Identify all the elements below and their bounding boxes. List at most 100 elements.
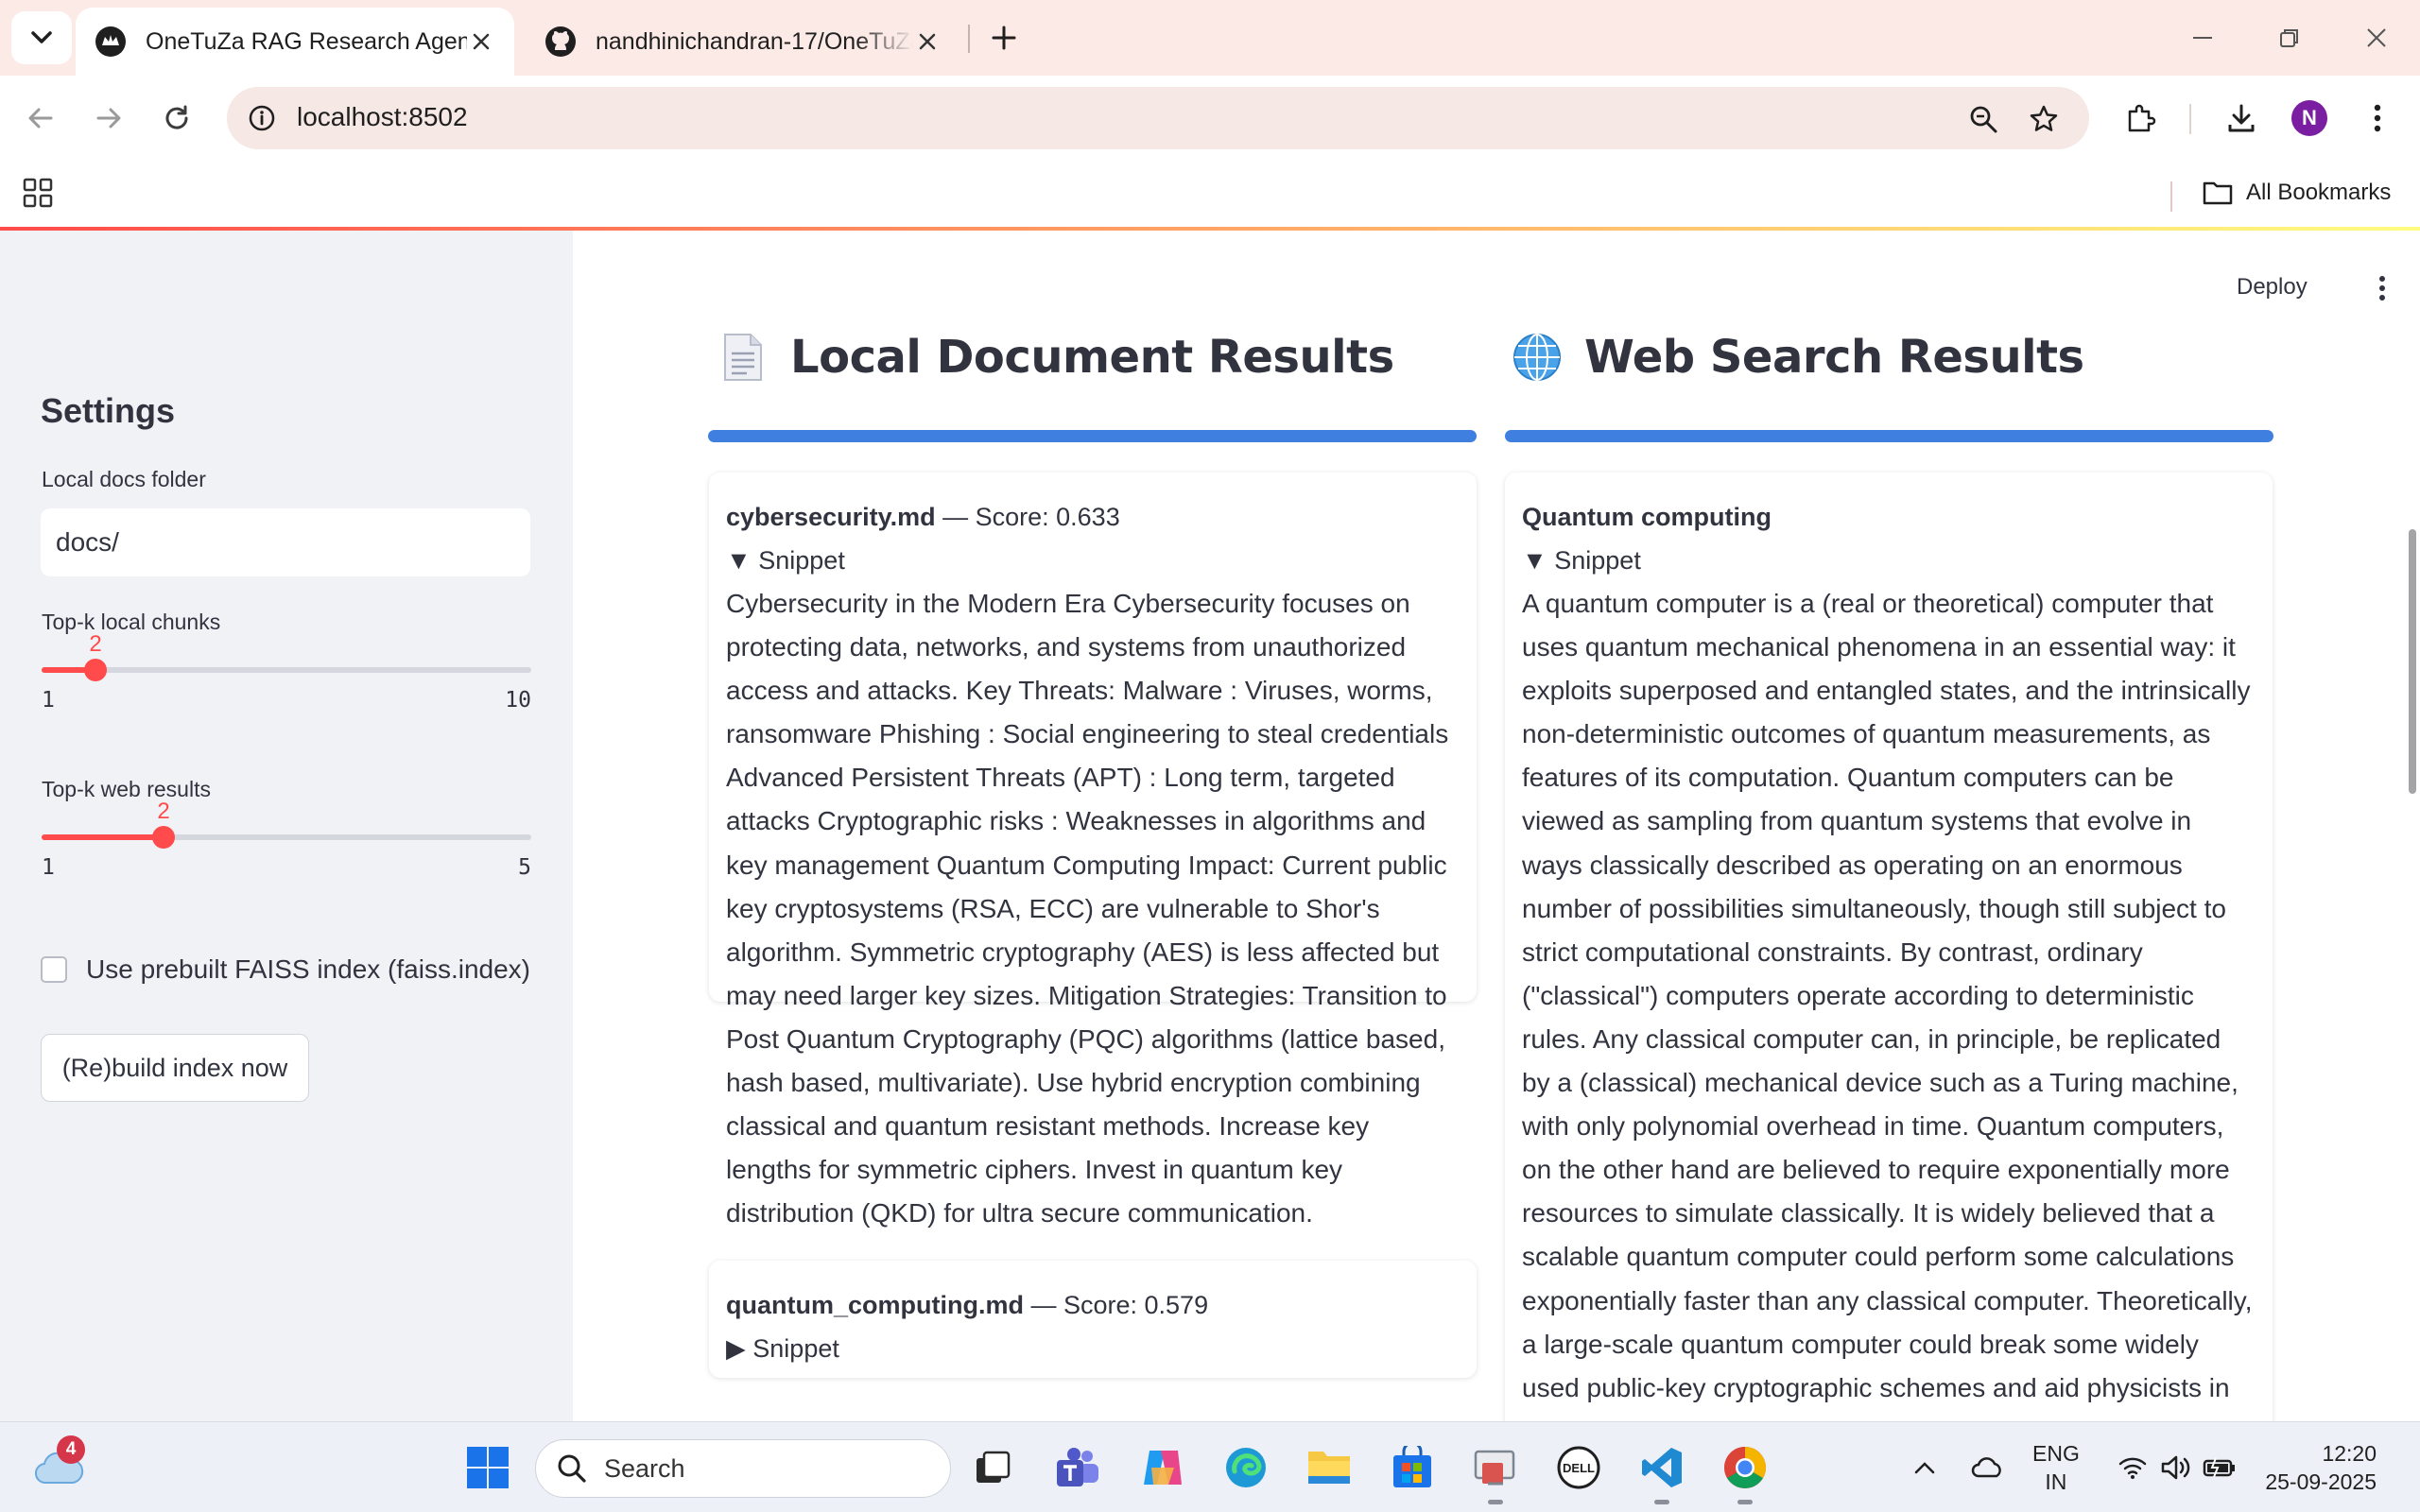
apps-grid-icon[interactable] [21,176,55,210]
downloads-button[interactable] [2220,96,2263,140]
task-view-button[interactable] [966,1441,1019,1494]
profile-avatar[interactable]: N [2291,100,2327,136]
web-results-heading: Web Search Results [1511,331,2084,384]
reload-button[interactable] [153,94,200,142]
battery-button[interactable] [2193,1441,2246,1494]
slider-track [42,667,531,673]
clock-date: 25-09-2025 [2265,1469,2377,1494]
copilot-app[interactable] [1136,1441,1189,1494]
new-tab-button[interactable] [983,17,1025,59]
teams-app[interactable] [1051,1441,1104,1494]
snippet-toggle[interactable]: ▶ Snippet [726,1327,1460,1370]
browser-chrome: OneTuZa RAG Research Agent nandhinichand… [0,0,2420,231]
tab-github[interactable]: nandhinichandran-17/OneTuZa [526,8,960,76]
slider-thumb[interactable] [84,659,107,681]
download-icon [2228,104,2255,132]
back-button[interactable] [17,94,64,142]
taskbar-search-label: Search [604,1453,685,1483]
vscode-icon [1642,1448,1682,1487]
local-result-card: quantum_computing.md — Score: 0.579 ▶ Sn… [709,1261,1477,1378]
minimize-button[interactable] [2174,13,2231,62]
local-result-card: cybersecurity.md — Score: 0.633 ▼ Snippe… [709,472,1477,1228]
tab-search-button[interactable] [11,11,72,64]
web-results-bar [1505,430,2273,442]
snippet-text: A quantum computer is a (real or theoret… [1522,589,2253,1421]
close-window-button[interactable] [2348,13,2405,62]
url-text[interactable]: localhost:8502 [297,102,468,132]
info-icon[interactable] [244,100,280,136]
close-icon[interactable] [913,27,942,56]
notification-badge: 4 [57,1435,85,1464]
store-icon [1393,1446,1431,1487]
forward-button[interactable] [85,94,132,142]
docs-folder-input[interactable]: docs/ [41,508,530,576]
browser-toolbar: localhost:8502 N [0,76,2420,161]
clock[interactable]: 12:20 25-09-2025 [2263,1439,2377,1496]
web-results-slider[interactable]: 2 1 5 [42,799,531,880]
restore-button[interactable] [2261,13,2318,62]
faiss-checkbox[interactable] [41,956,67,983]
slider-fill [42,834,164,840]
globe-icon [1511,331,1564,384]
running-indicator [1737,1500,1753,1504]
web-results-label: Top-k web results [42,777,211,801]
local-chunks-slider[interactable]: 2 1 10 [42,631,531,713]
tab-onetuza[interactable]: OneTuZa RAG Research Agent [76,8,514,76]
close-icon[interactable] [467,27,495,56]
main-content: Deploy Local Document Results cybersecur… [573,231,2420,1421]
language-indicator[interactable]: ENG IN [2032,1439,2080,1496]
triangle-right-icon: ▶ [726,1334,746,1363]
slider-thumb[interactable] [152,826,175,849]
windows-taskbar: 4 Search DELL ENG IN 12:20 25-09-2025 [0,1421,2420,1512]
reload-icon [165,105,188,129]
copilot-icon [1144,1451,1182,1485]
bookmark-star-icon[interactable] [2025,100,2063,138]
vscode-app[interactable] [1635,1441,1688,1494]
page-scrollbar[interactable] [2409,529,2416,794]
arrow-right-icon [96,108,121,129]
extensions-button[interactable] [2119,96,2163,140]
search-icon [558,1454,586,1483]
app-menu-button[interactable] [2371,272,2394,304]
show-hidden-icons-button[interactable] [1898,1441,1951,1494]
snippet-toggle[interactable]: ▼ Snippet [1522,539,2256,582]
zoom-icon[interactable] [1964,100,2002,138]
snippet-toggle[interactable]: ▼ Snippet [726,539,1460,582]
all-bookmarks-button[interactable]: All Bookmarks [2203,174,2391,212]
bookmarks-bar: All Bookmarks [0,161,2420,231]
file-explorer-app[interactable] [1303,1441,1356,1494]
battery-icon [2203,1457,2235,1478]
faiss-checkbox-row[interactable]: Use prebuilt FAISS index (faiss.index) [41,954,530,985]
deploy-button[interactable]: Deploy [2237,274,2308,301]
teams-icon [1057,1448,1098,1486]
local-results-bar [708,430,1477,442]
puzzle-icon [2128,104,2156,132]
local-results-heading: Local Document Results [717,331,1394,384]
store-app[interactable] [1386,1441,1439,1494]
dell-app[interactable]: DELL [1552,1441,1605,1494]
remote-desktop-app[interactable] [1469,1441,1522,1494]
start-button[interactable] [461,1441,514,1494]
clock-time: 12:20 [2322,1441,2377,1466]
edge-icon [1226,1448,1266,1487]
task-view-icon [977,1451,1011,1483]
onedrive-button[interactable] [1961,1441,2014,1494]
taskbar-search[interactable]: Search [535,1439,951,1498]
browser-menu-button[interactable] [2356,96,2399,140]
faiss-checkbox-label: Use prebuilt FAISS index (faiss.index) [86,954,530,984]
triangle-down-icon: ▼ [726,546,752,575]
chrome-icon [1724,1447,1766,1488]
slider-max: 10 [505,688,531,713]
settings-heading: Settings [41,391,176,430]
address-bar[interactable]: localhost:8502 [227,87,2089,149]
tab-title: nandhinichandran-17/OneTuZa [596,27,913,55]
rebuild-index-button[interactable]: (Re)build index now [41,1034,309,1102]
tab-title: OneTuZa RAG Research Agent [146,27,467,55]
chrome-app[interactable] [1719,1441,1772,1494]
speaker-icon [2161,1455,2190,1480]
edge-app[interactable] [1219,1441,1272,1494]
snippet-label: Snippet [752,1334,839,1363]
web-results-title: Web Search Results [1584,331,2084,384]
restore-icon [2280,29,2298,47]
running-indicator [1654,1500,1669,1504]
